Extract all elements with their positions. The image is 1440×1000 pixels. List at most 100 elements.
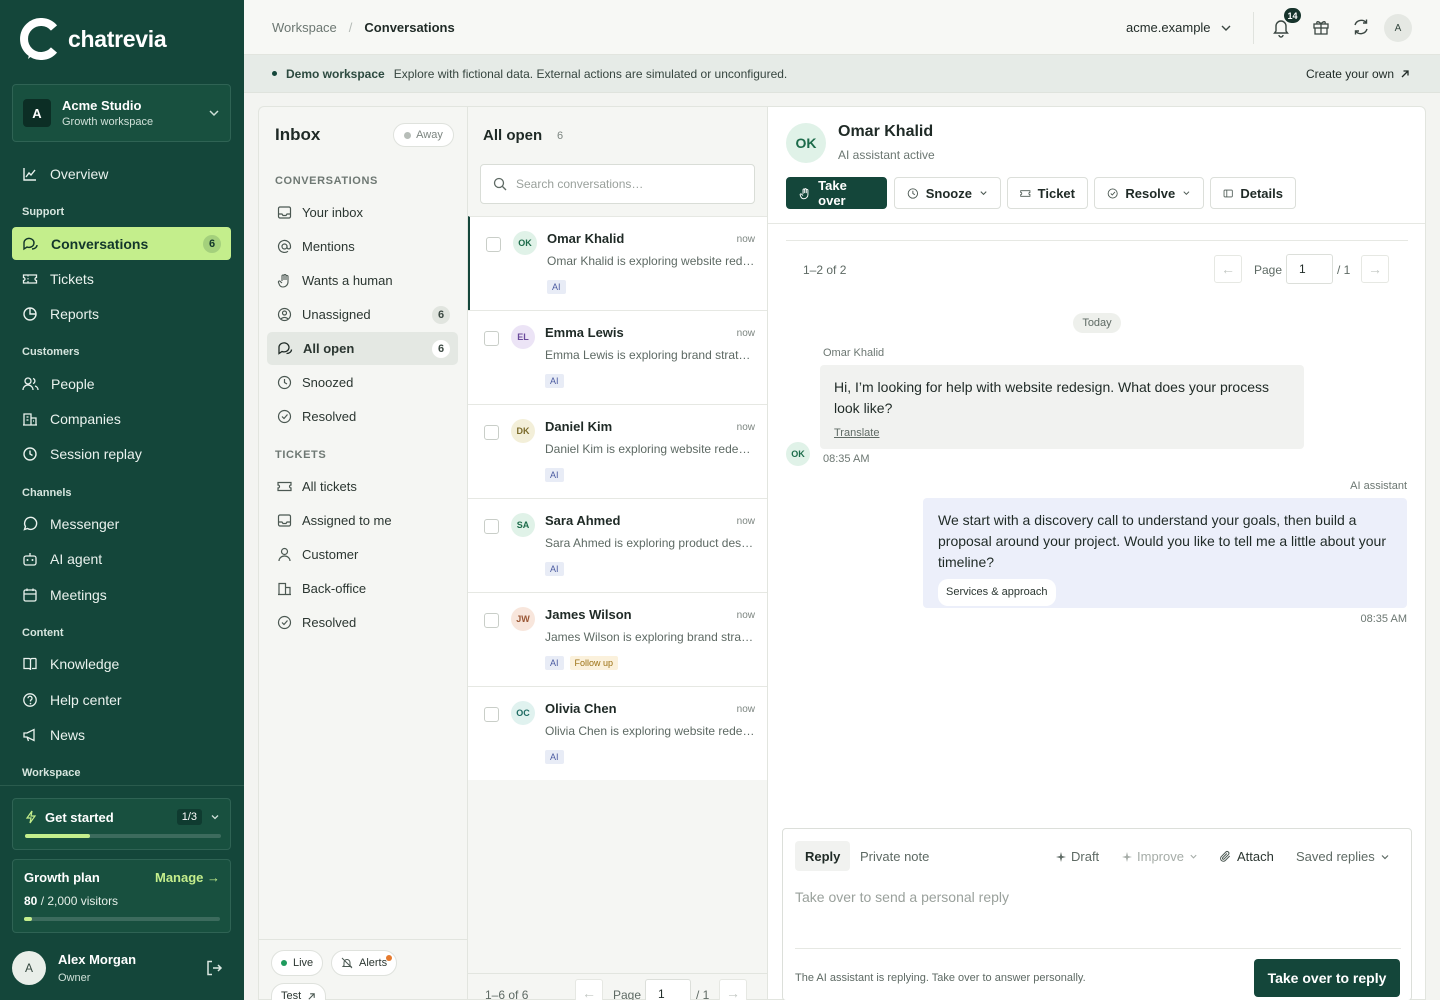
tab-reply[interactable]: Reply — [795, 841, 851, 871]
message-circle-icon — [23, 516, 38, 531]
attach-button[interactable]: Attach — [1219, 849, 1274, 864]
conversation-row[interactable]: DK Daniel Kim now Daniel Kim is exploring w… — [468, 404, 767, 498]
logout-icon[interactable] — [205, 959, 223, 977]
search-box[interactable]: Search conversations… — [480, 164, 755, 204]
get-started-card[interactable]: Get started 1/3 — [12, 798, 231, 850]
ticket-button[interactable]: Ticket — [1007, 177, 1088, 209]
nav-overview[interactable]: Overview — [12, 157, 231, 190]
nav-section-customers: Customers — [22, 346, 80, 358]
nav-label: Companies — [50, 410, 121, 427]
take-over-button[interactable]: Take over — [786, 177, 887, 209]
inbox-panel: Inbox Away CONVERSATIONS Your inbox Ment… — [258, 106, 468, 1000]
inbox-unassigned[interactable]: Unassigned 6 — [267, 298, 458, 331]
alerts-label: Alerts — [359, 957, 388, 969]
inbox-resolved[interactable]: Resolved — [267, 400, 458, 433]
translate-link[interactable]: Translate — [834, 423, 1290, 444]
domain-selector[interactable]: acme.example — [1126, 20, 1232, 35]
nav-session-replay[interactable]: Session replay — [12, 437, 231, 470]
nav-conversations[interactable]: Conversations 6 — [12, 227, 231, 260]
refresh-icon[interactable] — [1352, 18, 1370, 36]
conversation-row[interactable]: OC Olivia Chen now Olivia Chen is exploring… — [468, 686, 767, 780]
conversation-preview: Emma Lewis is exploring brand strategy — [545, 348, 755, 362]
row-checkbox[interactable] — [484, 519, 499, 534]
conversation-tags: AI — [545, 750, 564, 764]
nav-tickets[interactable]: Tickets — [12, 262, 231, 295]
prev-page-button[interactable]: ← — [1214, 255, 1242, 283]
button-label: Snooze — [925, 185, 972, 201]
workspace-switcher[interactable]: A Acme Studio Growth workspace — [12, 84, 231, 142]
conversation-name: Daniel Kim — [545, 419, 613, 434]
avatar: SA — [511, 513, 535, 537]
nav-companies[interactable]: Companies — [12, 402, 231, 435]
alerts-toggle[interactable]: Alerts — [331, 950, 398, 976]
nav-label: People — [51, 375, 95, 392]
improve-button[interactable]: Improve — [1122, 849, 1198, 864]
row-checkbox[interactable] — [486, 237, 501, 252]
search-input[interactable]: Search conversations… — [516, 177, 643, 191]
progress-fill — [24, 917, 32, 921]
page-total: / 1 — [1337, 263, 1351, 277]
conversation-row[interactable]: EL Emma Lewis now Emma Lewis is exploring b… — [468, 310, 767, 404]
nav-label: Messenger — [50, 515, 120, 532]
manage-plan-link[interactable]: Manage → — [155, 870, 220, 885]
conversation-row[interactable]: SA Sara Ahmed now Sara Ahmed is exploring p… — [468, 498, 767, 592]
conversation-row[interactable]: OK Omar Khalid now Omar Khalid is exploring… — [468, 216, 767, 310]
nav-knowledge[interactable]: Knowledge — [12, 647, 231, 680]
list-count: 6 — [557, 130, 564, 142]
row-checkbox[interactable] — [484, 707, 499, 722]
inbox-wants-human[interactable]: Wants a human — [267, 264, 458, 297]
nav-ai-agent[interactable]: AI agent — [12, 542, 231, 575]
source-chip[interactable]: Services & approach — [938, 579, 1056, 606]
row-checkbox[interactable] — [484, 331, 499, 346]
snooze-button[interactable]: Snooze — [894, 177, 1001, 209]
take-over-to-reply-button[interactable]: Take over to reply — [1254, 959, 1400, 997]
reply-input[interactable]: Take over to send a personal reply — [795, 889, 1009, 905]
details-button[interactable]: Details — [1210, 177, 1296, 209]
tab-private-note[interactable]: Private note — [850, 841, 939, 871]
saved-replies-dropdown[interactable]: Saved replies — [1296, 849, 1390, 864]
attach-label: Attach — [1237, 849, 1274, 864]
next-page-button[interactable]: → — [719, 979, 747, 1000]
row-checkbox[interactable] — [484, 613, 499, 628]
nav-messenger[interactable]: Messenger — [12, 507, 231, 540]
inbox-back-office[interactable]: Back-office — [267, 572, 458, 605]
nav-people[interactable]: People — [12, 367, 231, 400]
next-page-button[interactable]: → — [1361, 255, 1389, 283]
conversation-name: Sara Ahmed — [545, 513, 621, 528]
inbox-label: Resolved — [302, 409, 357, 424]
create-your-own-link[interactable]: Create your own — [1306, 67, 1410, 81]
page-input[interactable]: 1 — [645, 979, 691, 1000]
inbox-your-inbox[interactable]: Your inbox — [267, 196, 458, 229]
conversation-time: now — [736, 516, 755, 527]
availability-toggle[interactable]: Away — [393, 123, 454, 147]
row-checkbox[interactable] — [484, 425, 499, 440]
test-button[interactable]: Test — [271, 983, 327, 1000]
inbox-all-tickets[interactable]: All tickets — [267, 470, 458, 503]
alert-dot — [386, 955, 393, 961]
nav-news[interactable]: News — [12, 718, 231, 751]
nav-reports[interactable]: Reports — [12, 297, 231, 330]
at-sign-icon — [277, 239, 292, 254]
breadcrumb-root[interactable]: Workspace — [272, 20, 337, 35]
user-profile[interactable]: A Alex Morgan Owner — [12, 948, 231, 988]
inbox-label: Snoozed — [302, 375, 354, 390]
nav-help-center[interactable]: Help center — [12, 683, 231, 716]
chevron-down-icon — [1183, 191, 1190, 196]
inbox-all-open[interactable]: All open 6 — [267, 332, 458, 365]
draft-button[interactable]: Draft — [1056, 849, 1099, 864]
inbox-snoozed[interactable]: Snoozed — [267, 366, 458, 399]
account-avatar[interactable]: A — [1384, 14, 1412, 42]
page-input[interactable]: 1 — [1286, 254, 1333, 284]
inbox-mentions[interactable]: Mentions — [267, 230, 458, 263]
conversation-row[interactable]: JW James Wilson now James Wilson is explori… — [468, 592, 767, 686]
inbox-customer[interactable]: Customer — [267, 538, 458, 571]
gift-icon[interactable] — [1312, 18, 1330, 36]
inbox-assigned-to-me[interactable]: Assigned to me — [267, 504, 458, 537]
prev-page-button[interactable]: ← — [575, 979, 603, 1000]
nav-meetings[interactable]: Meetings — [12, 578, 231, 611]
resolve-button[interactable]: Resolve — [1094, 177, 1204, 209]
brand-logo[interactable]: chatrevia — [20, 18, 167, 60]
live-toggle[interactable]: Live — [271, 950, 324, 976]
inbox-tickets-resolved[interactable]: Resolved — [267, 606, 458, 639]
improve-label: Improve — [1137, 849, 1184, 864]
